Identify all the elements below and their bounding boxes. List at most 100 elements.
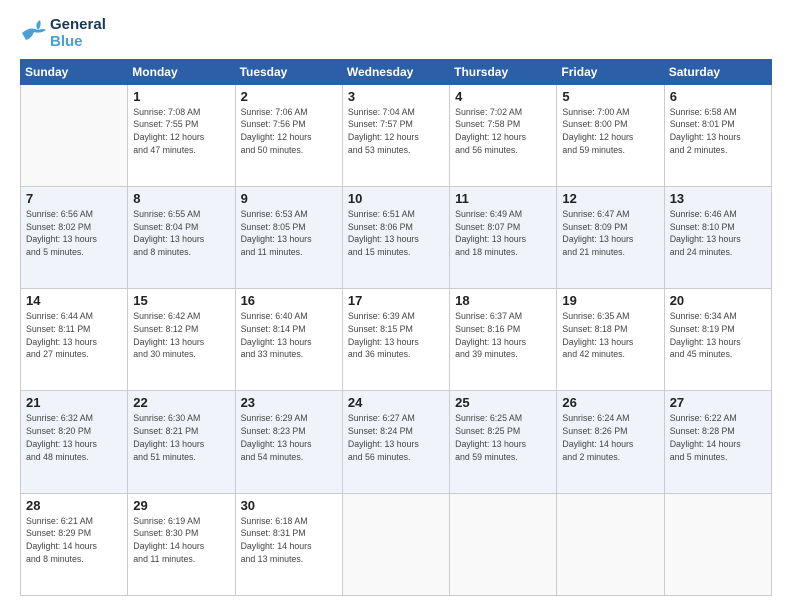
calendar-cell: 12 Sunrise: 6:47 AM Sunset: 8:09 PM Dayli… (557, 186, 664, 288)
cell-day-info: Sunrise: 6:39 AM Sunset: 8:15 PM Dayligh… (348, 310, 444, 361)
calendar-table: SundayMondayTuesdayWednesdayThursdayFrid… (20, 59, 772, 597)
cell-day-number: 28 (26, 498, 122, 513)
logo: General Blue (20, 16, 106, 51)
week-row-4: 21 Sunrise: 6:32 AM Sunset: 8:20 PM Dayli… (21, 391, 772, 493)
calendar-cell: 25 Sunrise: 6:25 AM Sunset: 8:25 PM Dayli… (450, 391, 557, 493)
cell-day-number: 5 (562, 89, 658, 104)
cell-day-number: 2 (241, 89, 337, 104)
cell-day-number: 13 (670, 191, 766, 206)
calendar-cell: 11Sunrise: 6:49 AM Sunset: 8:07 PM Dayli… (450, 186, 557, 288)
cell-day-info: Sunrise: 6:55 AM Sunset: 8:04 PM Dayligh… (133, 208, 229, 259)
header-friday: Friday (557, 59, 664, 84)
calendar-cell (342, 493, 449, 595)
calendar-cell: 18 Sunrise: 6:37 AM Sunset: 8:16 PM Dayli… (450, 289, 557, 391)
cell-day-number: 24 (348, 395, 444, 410)
calendar-cell: 13 Sunrise: 6:46 AM Sunset: 8:10 PM Dayli… (664, 186, 771, 288)
cell-day-number: 10 (348, 191, 444, 206)
cell-day-info: Sunrise: 6:51 AM Sunset: 8:06 PM Dayligh… (348, 208, 444, 259)
cell-day-info: Sunrise: 6:19 AM Sunset: 8:30 PM Dayligh… (133, 515, 229, 566)
cell-day-number: 17 (348, 293, 444, 308)
cell-day-number: 15 (133, 293, 229, 308)
cell-day-info: Sunrise: 6:25 AM Sunset: 8:25 PM Dayligh… (455, 412, 551, 463)
cell-day-number: 25 (455, 395, 551, 410)
cell-day-info: Sunrise: 6:21 AM Sunset: 8:29 PM Dayligh… (26, 515, 122, 566)
calendar-cell: 5 Sunrise: 7:00 AM Sunset: 8:00 PM Daylig… (557, 84, 664, 186)
week-row-1: 1Sunrise: 7:08 AM Sunset: 7:55 PM Daylig… (21, 84, 772, 186)
calendar-cell: 26 Sunrise: 6:24 AM Sunset: 8:26 PM Dayli… (557, 391, 664, 493)
cell-day-number: 16 (241, 293, 337, 308)
calendar-cell: 10 Sunrise: 6:51 AM Sunset: 8:06 PM Dayli… (342, 186, 449, 288)
calendar-cell: 29 Sunrise: 6:19 AM Sunset: 8:30 PM Dayli… (128, 493, 235, 595)
logo-line1: General (50, 16, 106, 33)
header-monday: Monday (128, 59, 235, 84)
cell-day-number: 11 (455, 191, 551, 206)
calendar-cell: 15 Sunrise: 6:42 AM Sunset: 8:12 PM Dayli… (128, 289, 235, 391)
calendar-cell: 23 Sunrise: 6:29 AM Sunset: 8:23 PM Dayli… (235, 391, 342, 493)
calendar-cell: 22 Sunrise: 6:30 AM Sunset: 8:21 PM Dayli… (128, 391, 235, 493)
cell-day-number: 14 (26, 293, 122, 308)
cell-day-info: Sunrise: 7:00 AM Sunset: 8:00 PM Dayligh… (562, 106, 658, 157)
cell-day-info: Sunrise: 6:58 AM Sunset: 8:01 PM Dayligh… (670, 106, 766, 157)
calendar-cell: 16Sunrise: 6:40 AM Sunset: 8:14 PM Dayli… (235, 289, 342, 391)
cell-day-number: 8 (133, 191, 229, 206)
cell-day-info: Sunrise: 6:44 AM Sunset: 8:11 PM Dayligh… (26, 310, 122, 361)
cell-day-info: Sunrise: 6:46 AM Sunset: 8:10 PM Dayligh… (670, 208, 766, 259)
cell-day-number: 19 (562, 293, 658, 308)
calendar-cell: 3Sunrise: 7:04 AM Sunset: 7:57 PM Daylig… (342, 84, 449, 186)
cell-day-number: 26 (562, 395, 658, 410)
calendar-cell: 14 Sunrise: 6:44 AM Sunset: 8:11 PM Dayli… (21, 289, 128, 391)
header-thursday: Thursday (450, 59, 557, 84)
cell-day-info: Sunrise: 7:02 AM Sunset: 7:58 PM Dayligh… (455, 106, 551, 157)
calendar-cell: 30Sunrise: 6:18 AM Sunset: 8:31 PM Dayli… (235, 493, 342, 595)
calendar-cell: 27Sunrise: 6:22 AM Sunset: 8:28 PM Dayli… (664, 391, 771, 493)
cell-day-number: 29 (133, 498, 229, 513)
cell-day-info: Sunrise: 6:32 AM Sunset: 8:20 PM Dayligh… (26, 412, 122, 463)
week-row-5: 28 Sunrise: 6:21 AM Sunset: 8:29 PM Dayli… (21, 493, 772, 595)
cell-day-number: 27 (670, 395, 766, 410)
calendar-cell: 21 Sunrise: 6:32 AM Sunset: 8:20 PM Dayli… (21, 391, 128, 493)
cell-day-number: 9 (241, 191, 337, 206)
cell-day-info: Sunrise: 6:24 AM Sunset: 8:26 PM Dayligh… (562, 412, 658, 463)
cell-day-info: Sunrise: 6:42 AM Sunset: 8:12 PM Dayligh… (133, 310, 229, 361)
calendar-cell (557, 493, 664, 595)
calendar-cell: 4 Sunrise: 7:02 AM Sunset: 7:58 PM Daylig… (450, 84, 557, 186)
cell-day-number: 1 (133, 89, 229, 104)
header-wednesday: Wednesday (342, 59, 449, 84)
calendar-cell: 19 Sunrise: 6:35 AM Sunset: 8:18 PM Dayli… (557, 289, 664, 391)
cell-day-info: Sunrise: 6:30 AM Sunset: 8:21 PM Dayligh… (133, 412, 229, 463)
cell-day-number: 21 (26, 395, 122, 410)
cell-day-info: Sunrise: 7:06 AM Sunset: 7:56 PM Dayligh… (241, 106, 337, 157)
calendar-cell (664, 493, 771, 595)
header-tuesday: Tuesday (235, 59, 342, 84)
calendar-cell (450, 493, 557, 595)
cell-day-number: 30 (241, 498, 337, 513)
logo-bird-icon (20, 20, 46, 46)
week-row-2: 7 Sunrise: 6:56 AM Sunset: 8:02 PM Daylig… (21, 186, 772, 288)
cell-day-info: Sunrise: 6:27 AM Sunset: 8:24 PM Dayligh… (348, 412, 444, 463)
cell-day-info: Sunrise: 6:47 AM Sunset: 8:09 PM Dayligh… (562, 208, 658, 259)
cell-day-info: Sunrise: 6:53 AM Sunset: 8:05 PM Dayligh… (241, 208, 337, 259)
calendar-header-row: SundayMondayTuesdayWednesdayThursdayFrid… (21, 59, 772, 84)
cell-day-info: Sunrise: 6:35 AM Sunset: 8:18 PM Dayligh… (562, 310, 658, 361)
cell-day-info: Sunrise: 6:56 AM Sunset: 8:02 PM Dayligh… (26, 208, 122, 259)
cell-day-number: 6 (670, 89, 766, 104)
cell-day-number: 20 (670, 293, 766, 308)
calendar-cell: 7 Sunrise: 6:56 AM Sunset: 8:02 PM Daylig… (21, 186, 128, 288)
logo-line2: Blue (50, 33, 106, 50)
cell-day-info: Sunrise: 6:34 AM Sunset: 8:19 PM Dayligh… (670, 310, 766, 361)
header-saturday: Saturday (664, 59, 771, 84)
calendar-cell: 2 Sunrise: 7:06 AM Sunset: 7:56 PM Daylig… (235, 84, 342, 186)
cell-day-number: 12 (562, 191, 658, 206)
cell-day-info: Sunrise: 6:29 AM Sunset: 8:23 PM Dayligh… (241, 412, 337, 463)
cell-day-number: 23 (241, 395, 337, 410)
calendar-cell: 1Sunrise: 7:08 AM Sunset: 7:55 PM Daylig… (128, 84, 235, 186)
calendar-cell: 28 Sunrise: 6:21 AM Sunset: 8:29 PM Dayli… (21, 493, 128, 595)
cell-day-number: 7 (26, 191, 122, 206)
calendar-cell: 24 Sunrise: 6:27 AM Sunset: 8:24 PM Dayli… (342, 391, 449, 493)
calendar-cell (21, 84, 128, 186)
cell-day-number: 3 (348, 89, 444, 104)
cell-day-number: 22 (133, 395, 229, 410)
cell-day-info: Sunrise: 6:37 AM Sunset: 8:16 PM Dayligh… (455, 310, 551, 361)
cell-day-number: 18 (455, 293, 551, 308)
cell-day-number: 4 (455, 89, 551, 104)
